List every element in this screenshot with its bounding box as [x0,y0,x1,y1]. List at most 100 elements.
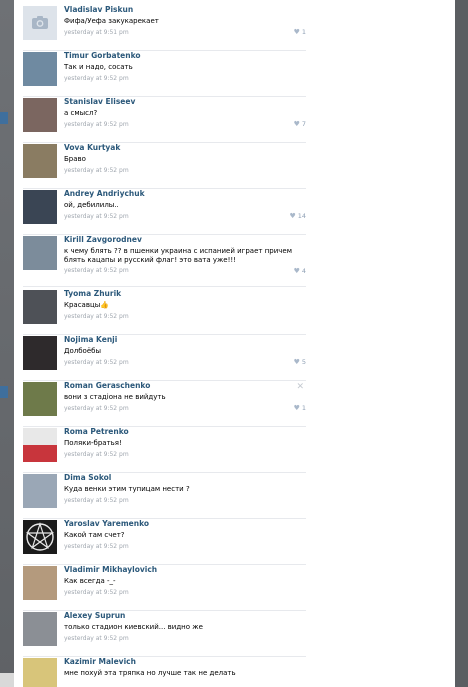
comment-text: Красавцы👍 [64,301,109,309]
comment-time[interactable]: yesterday at 9:52 pm [64,497,129,504]
comment-author[interactable]: Vladislav Piskun [64,5,133,14]
like-button[interactable]: ♥ 1 [294,28,306,36]
background-left [0,0,14,687]
avatar[interactable] [23,474,57,508]
like-count: 14 [297,212,306,220]
avatar[interactable] [23,428,57,462]
comment-text: Браво [64,155,86,163]
avatar[interactable] [23,336,57,370]
heart-icon: ♥ [293,28,300,36]
comment-time[interactable]: yesterday at 9:52 pm [64,451,129,458]
avatar[interactable] [23,520,57,554]
like-button[interactable]: ♥ 5 [294,358,306,366]
like-button[interactable]: ♥ 1 [294,404,306,412]
avatar[interactable] [23,236,57,270]
heart-icon: ♥ [293,120,300,128]
comment-item: Alexey Suprun только стадион киевский...… [23,610,306,657]
comment-text: Фифа/Уефа закукарекает [64,17,159,25]
comment-time[interactable]: yesterday at 9:52 pm [64,635,129,642]
camera-icon [32,16,48,29]
comment-text: вони з стадіона не вийдуть [64,393,166,401]
avatar[interactable] [23,144,57,178]
comment-item: Vladislav Piskun Фифа/Уефа закукарекает … [23,4,306,51]
comment-text: Как всегда -_- [64,577,116,585]
comment-author[interactable]: Alexey Suprun [64,611,125,620]
comment-author[interactable]: Nojima Kenji [64,335,117,344]
comment-time[interactable]: yesterday at 9:51 pm [64,29,129,36]
like-count: 4 [301,267,306,275]
comment-item: Andrey Andriychuk ой, дебилилы.. yesterd… [23,188,306,235]
comment-item: Kazimir Malevich мне похуй эта тряпка но… [23,656,306,687]
comment-text: только стадион киевский... видно же [64,623,203,631]
comment-time[interactable]: yesterday at 9:52 pm [64,313,129,320]
comment-author[interactable]: Yaroslav Yaremenko [64,519,149,528]
avatar[interactable] [23,290,57,324]
comment-text: Так и надо, сосать [64,63,133,71]
comment-text-line: блять кацапы и русский флаг! это вата уж… [64,256,237,264]
comment-text: Куда венки этим тупицам нести ? [64,485,190,493]
avatar[interactable] [23,566,57,600]
like-count: 1 [301,404,306,412]
comment-item: Nojima Kenji Долбоёбы yesterday at 9:52 … [23,334,306,381]
heart-icon: ♥ [293,267,300,275]
like-count: 1 [301,28,306,36]
comment-item: Timur Gorbatenko Так и надо, сосать yest… [23,50,306,97]
comment-time[interactable]: yesterday at 9:52 pm [64,75,129,82]
comment-author[interactable]: Kazimir Malevich [64,657,136,666]
avatar[interactable] [23,190,57,224]
avatar[interactable] [23,382,57,416]
comment-author[interactable]: Vova Kurtyak [64,143,120,152]
comment-author[interactable]: Stanislav Eliseev [64,97,135,106]
comment-time[interactable]: yesterday at 9:52 pm [64,405,129,412]
comment-time[interactable]: yesterday at 9:52 pm [64,267,129,274]
comment-text: ой, дебилилы.. [64,201,119,209]
comment-author[interactable]: Roman Geraschenko [64,381,150,390]
avatar[interactable] [23,52,57,86]
comment-item: Stanislav Eliseev а смысл? yesterday at … [23,96,306,143]
comment-time[interactable]: yesterday at 9:52 pm [64,359,129,366]
comment-text-line: к чему блять ?? в пшенки украина с испан… [64,247,292,255]
avatar[interactable] [23,612,57,646]
like-count: 5 [301,358,306,366]
comment-item: Yaroslav Yaremenko Какой там счет? yeste… [23,518,306,565]
comment-author[interactable]: Vladimir Mikhaylovich [64,565,157,574]
avatar[interactable] [23,98,57,132]
comment-item: Kirill Zavgorodnev к чему блять ?? в пше… [23,234,306,287]
avatar[interactable] [23,6,57,40]
comment-time[interactable]: yesterday at 9:52 pm [64,121,129,128]
pentagram-icon [25,522,55,551]
page-corner [0,673,14,687]
comment-author[interactable]: Tyoma Zhurik [64,289,121,298]
avatar[interactable] [23,658,57,687]
like-button[interactable]: ♥ 14 [289,212,306,220]
comment-author[interactable]: Kirill Zavgorodnev [64,235,142,244]
comment-text: Какой там счет? [64,531,125,539]
comment-text: а смысл? [64,109,98,117]
like-button[interactable]: ♥ 7 [294,120,306,128]
comment-item: Tyoma Zhurik Красавцы👍 yesterday at 9:52… [23,288,306,335]
comment-author[interactable]: Dima Sokol [64,473,111,482]
background-right [454,0,468,687]
comment-text: мне похуй эта тряпка но лучше так не дел… [64,669,236,677]
comment-item: Roma Petrenko Поляки-братья! yesterday a… [23,426,306,473]
heart-icon: ♥ [289,212,296,220]
close-icon[interactable]: ✕ [296,382,304,392]
comment-author[interactable]: Andrey Andriychuk [64,189,145,198]
like-count: 7 [301,120,306,128]
heart-icon: ♥ [293,358,300,366]
comment-author[interactable]: Roma Petrenko [64,427,129,436]
comment-time[interactable]: yesterday at 9:52 pm [64,213,129,220]
comment-author[interactable]: Timur Gorbatenko [64,51,141,60]
comment-item: Vladimir Mikhaylovich Как всегда -_- yes… [23,564,306,611]
like-button[interactable]: ♥ 4 [294,267,306,275]
comment-item: Roman Geraschenko вони з стадіона не вий… [23,380,306,427]
comment-time[interactable]: yesterday at 9:52 pm [64,167,129,174]
comments-panel: Vladislav Piskun Фифа/Уефа закукарекает … [14,0,455,687]
comment-item: Vova Kurtyak Браво yesterday at 9:52 pm [23,142,306,189]
comment-time[interactable]: yesterday at 9:52 pm [64,543,129,550]
comment-item: Dima Sokol Куда венки этим тупицам нести… [23,472,306,519]
heart-icon: ♥ [293,404,300,412]
background-blue-strip [0,112,8,124]
comment-text: Долбоёбы [64,347,101,355]
comment-time[interactable]: yesterday at 9:52 pm [64,589,129,596]
